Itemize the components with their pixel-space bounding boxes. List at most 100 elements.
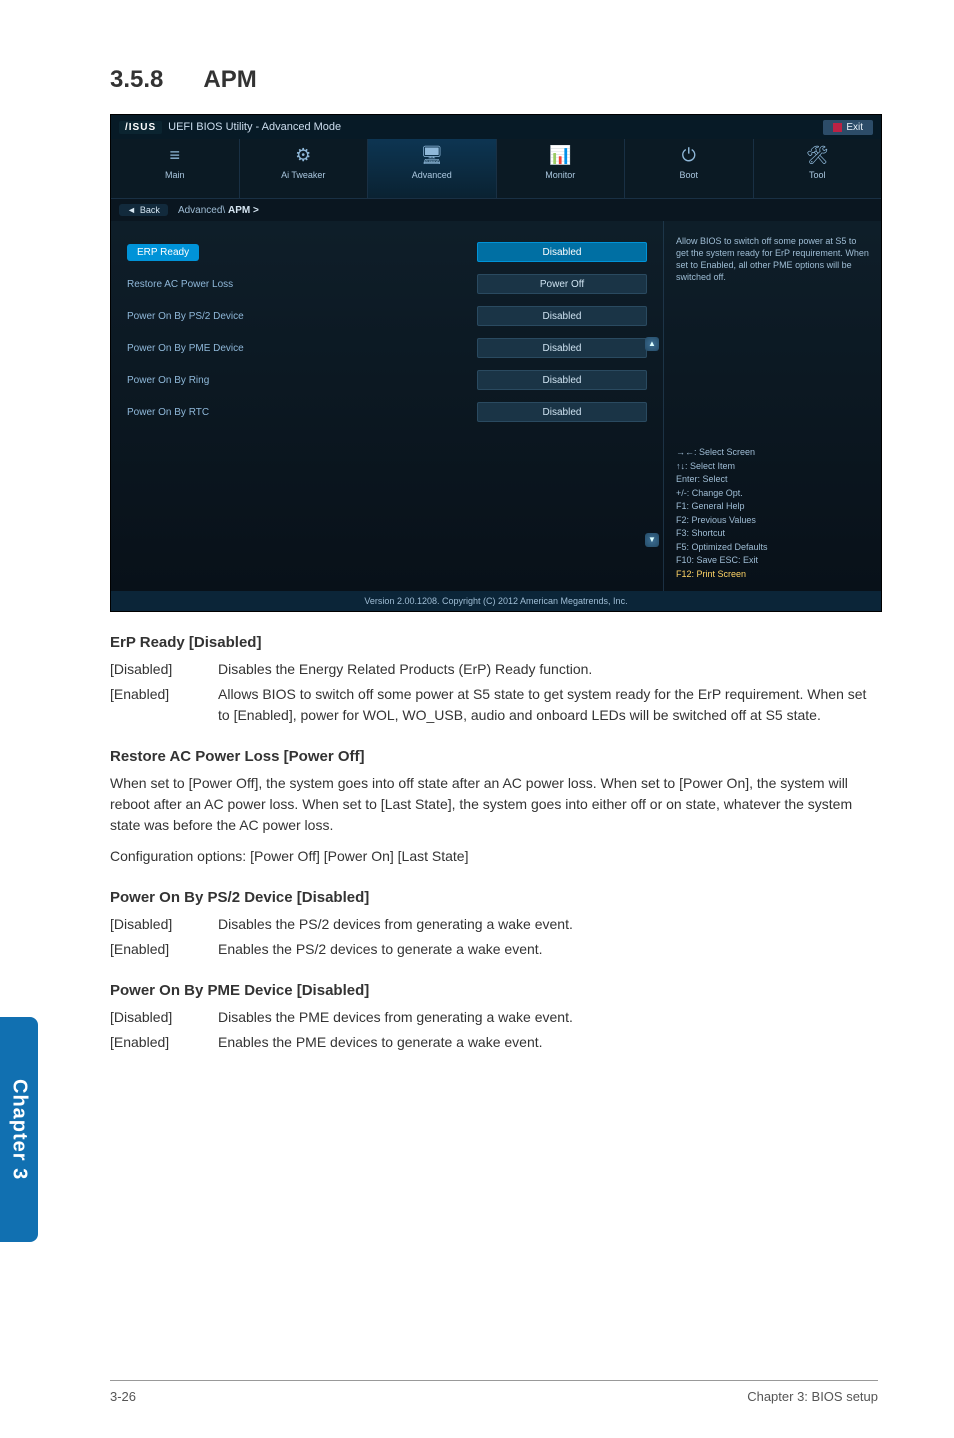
page-number: 3-26 (110, 1389, 136, 1404)
tab-label: Monitor (545, 170, 575, 180)
help-keys: →←: Select Screen ↑↓: Select Item Enter:… (676, 446, 871, 581)
definition-desc: Disables the Energy Related Products (Er… (218, 659, 878, 680)
subhead-ps2: Power On By PS/2 Device [Disabled] (110, 889, 878, 906)
cfg-value[interactable]: Power Off (477, 274, 647, 294)
help-key-line: F2: Previous Values (676, 514, 871, 528)
definition-term: [Disabled] (110, 914, 218, 935)
section-title: APM (203, 66, 256, 94)
definition-row: [Enabled] Enables the PME devices to gen… (110, 1032, 878, 1053)
chapter-spine: Chapter 3 (0, 1017, 38, 1242)
definition-desc: Disables the PS/2 devices from generatin… (218, 914, 878, 935)
tab-label: Boot (679, 170, 698, 180)
cfg-value[interactable]: Disabled (477, 370, 647, 390)
definition-desc: Enables the PME devices to generate a wa… (218, 1032, 878, 1053)
tab-ai-tweaker[interactable]: ⚙ Ai Tweaker (240, 139, 369, 198)
help-key-line: +/-: Change Opt. (676, 487, 871, 501)
definition-row: [Enabled] Allows BIOS to switch off some… (110, 684, 878, 726)
cfg-row-ring[interactable]: Power On By Ring Disabled (127, 369, 647, 391)
cfg-row-restore-ac[interactable]: Restore AC Power Loss Power Off (127, 273, 647, 295)
subhead-pme: Power On By PME Device [Disabled] (110, 982, 878, 999)
cfg-value[interactable]: Disabled (477, 402, 647, 422)
bios-title: UEFI BIOS Utility - Advanced Mode (168, 121, 341, 133)
help-key-line: ↑↓: Select Item (676, 460, 871, 474)
definition-row: [Enabled] Enables the PS/2 devices to ge… (110, 939, 878, 960)
section-heading: 3.5.8 APM (110, 66, 878, 94)
power-icon: ⏻ (625, 145, 753, 166)
definition-term: [Enabled] (110, 939, 218, 960)
bios-logo: /ISUS (119, 121, 162, 134)
cfg-label: Restore AC Power Loss (127, 279, 477, 290)
cfg-row-pme[interactable]: Power On By PME Device Disabled (127, 337, 647, 359)
scroll-up-icon[interactable]: ▲ (645, 337, 659, 351)
breadcrumb: ◄ Back Advanced\ APM > (111, 199, 881, 221)
back-label: Back (140, 205, 160, 215)
cfg-label: ERP Ready (137, 247, 189, 258)
breadcrumb-path-plain: Advanced\ (178, 205, 228, 216)
scrollbar[interactable]: ▲ ▼ (645, 337, 659, 547)
help-key-line: F5: Optimized Defaults (676, 541, 871, 555)
back-button[interactable]: ◄ Back (119, 204, 168, 216)
cfg-label: Power On By PME Device (127, 343, 477, 354)
definition-term: [Disabled] (110, 659, 218, 680)
definition-row: [Disabled] Disables the PME devices from… (110, 1007, 878, 1028)
tab-main[interactable]: ≡ Main (111, 139, 240, 198)
tab-tool[interactable]: 🛠 Tool (754, 139, 882, 198)
definition-row: [Disabled] Disables the Energy Related P… (110, 659, 878, 680)
tab-label: Main (165, 170, 185, 180)
definition-term: [Disabled] (110, 1007, 218, 1028)
cfg-value[interactable]: Disabled (477, 338, 647, 358)
help-key-line: F3: Shortcut (676, 527, 871, 541)
bios-titlebar: /ISUS UEFI BIOS Utility - Advanced Mode … (111, 115, 881, 139)
breadcrumb-path: Advanced\ APM > (178, 205, 259, 216)
gauge-icon: 📊 (497, 145, 625, 166)
bios-nav: ≡ Main ⚙ Ai Tweaker 🖥 Advanced 📊 Monitor… (111, 139, 881, 199)
help-key-line: F1: General Help (676, 500, 871, 514)
definition-term: [Enabled] (110, 1032, 218, 1053)
help-key-line-gold: F12: Print Screen (676, 568, 871, 582)
cfg-row-rtc[interactable]: Power On By RTC Disabled (127, 401, 647, 423)
cfg-label: Power On By RTC (127, 407, 477, 418)
arrow-left-icon: ◄ (127, 205, 136, 215)
bios-screenshot: /ISUS UEFI BIOS Utility - Advanced Mode … (110, 114, 882, 612)
subhead-erp-ready: ErP Ready [Disabled] (110, 634, 878, 651)
page-footer: 3-26 Chapter 3: BIOS setup (110, 1380, 878, 1404)
list-icon: ≡ (111, 145, 239, 166)
tab-boot[interactable]: ⏻ Boot (625, 139, 754, 198)
breadcrumb-path-current: APM > (228, 205, 259, 216)
exit-icon (833, 123, 842, 132)
subhead-restore-ac: Restore AC Power Loss [Power Off] (110, 748, 878, 765)
cfg-value[interactable]: Disabled (477, 306, 647, 326)
tab-label: Advanced (412, 170, 452, 180)
tab-label: Tool (809, 170, 826, 180)
definition-desc: Enables the PS/2 devices to generate a w… (218, 939, 878, 960)
definition-desc: Disables the PME devices from generating… (218, 1007, 878, 1028)
wrench-icon: 🛠 (754, 145, 882, 166)
help-key-line: Enter: Select (676, 473, 871, 487)
cfg-row-erp-ready[interactable]: ERP Ready Disabled (127, 241, 647, 263)
paragraph: When set to [Power Off], the system goes… (110, 773, 878, 836)
help-text: Allow BIOS to switch off some power at S… (676, 235, 871, 284)
definition-term: [Enabled] (110, 684, 218, 726)
help-key-line: F10: Save ESC: Exit (676, 554, 871, 568)
cfg-label: Power On By PS/2 Device (127, 311, 477, 322)
tab-advanced[interactable]: 🖥 Advanced (368, 139, 497, 198)
paragraph: Configuration options: [Power Off] [Powe… (110, 846, 878, 867)
cfg-row-ps2[interactable]: Power On By PS/2 Device Disabled (127, 305, 647, 327)
help-pane: Allow BIOS to switch off some power at S… (663, 221, 881, 591)
monitor-gear-icon: 🖥 (368, 145, 496, 166)
cfg-label: Power On By Ring (127, 375, 477, 386)
definition-desc: Allows BIOS to switch off some power at … (218, 684, 878, 726)
help-key-line: →←: Select Screen (676, 446, 871, 460)
cfg-value[interactable]: Disabled (477, 242, 647, 262)
config-pane: ERP Ready Disabled Restore AC Power Loss… (111, 221, 663, 591)
gear-mouse-icon: ⚙ (240, 145, 368, 166)
footer-chapter: Chapter 3: BIOS setup (747, 1389, 878, 1404)
tab-label: Ai Tweaker (281, 170, 325, 180)
exit-button[interactable]: Exit (823, 120, 873, 135)
tab-monitor[interactable]: 📊 Monitor (497, 139, 626, 198)
scroll-down-icon[interactable]: ▼ (645, 533, 659, 547)
exit-label: Exit (846, 122, 863, 133)
definition-row: [Disabled] Disables the PS/2 devices fro… (110, 914, 878, 935)
bios-footer: Version 2.00.1208. Copyright (C) 2012 Am… (111, 591, 881, 611)
section-number: 3.5.8 (110, 66, 163, 94)
